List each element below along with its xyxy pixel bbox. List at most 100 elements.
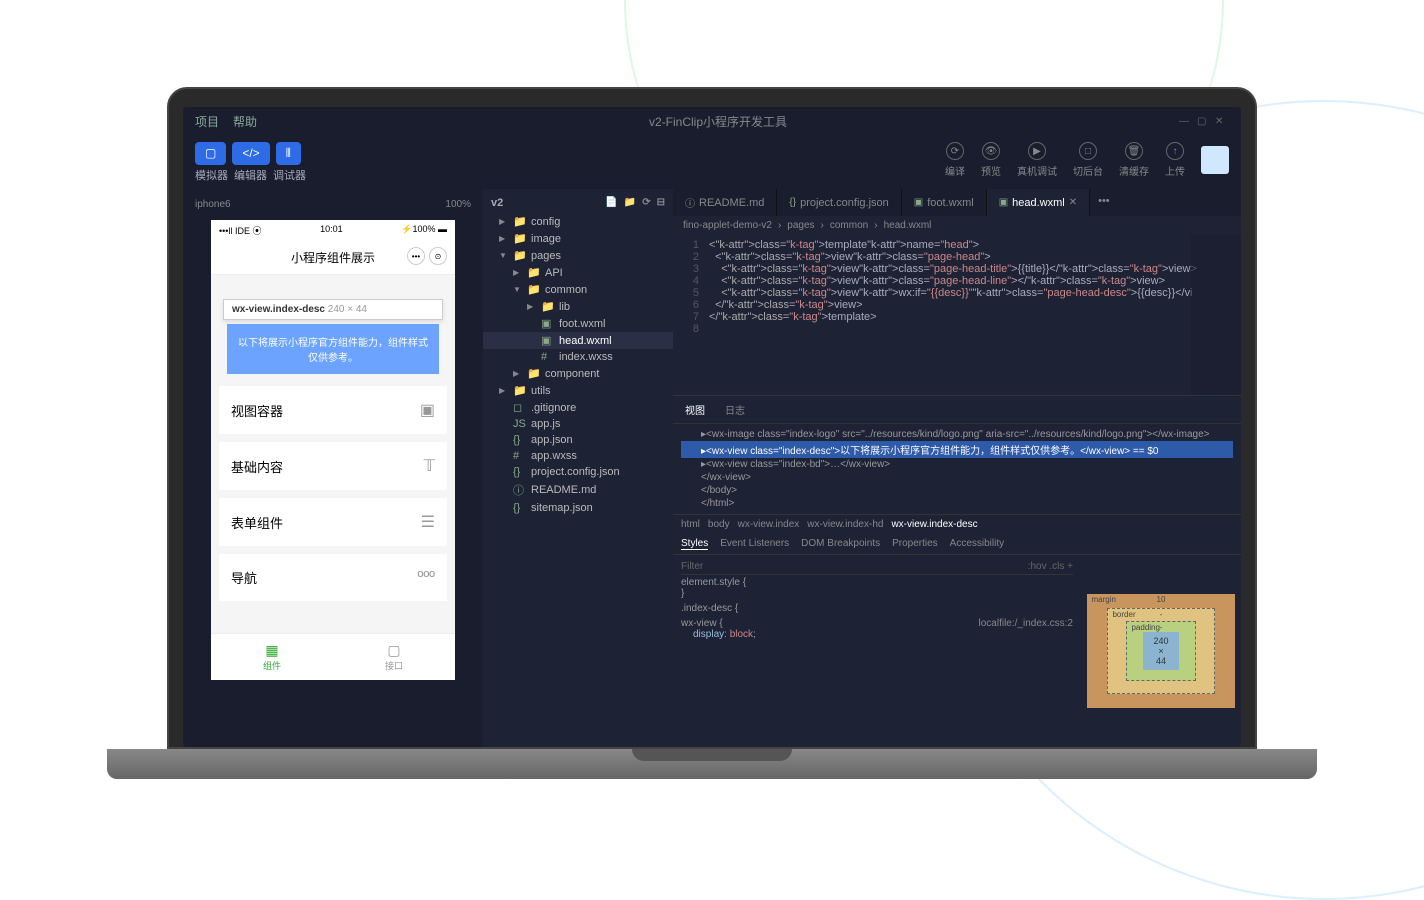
- compile-button[interactable]: ⟳编译: [945, 142, 965, 178]
- folder-lib[interactable]: ▶📁lib: [483, 298, 673, 315]
- folder-utils[interactable]: ▶📁utils: [483, 382, 673, 399]
- listeners-tab[interactable]: Event Listeners: [720, 538, 789, 550]
- close-icon[interactable]: ✕: [1215, 116, 1229, 128]
- folder-icon: 📁: [513, 232, 527, 245]
- styles-tab[interactable]: Styles: [681, 538, 708, 550]
- folder-image[interactable]: ▶📁image: [483, 230, 673, 247]
- styles-panel[interactable]: Filter :hov .cls + element.style {}.inde…: [673, 555, 1081, 747]
- wxml-icon: ▣: [914, 197, 923, 208]
- json-icon: {}: [789, 197, 796, 208]
- tab-projectconfig[interactable]: {}project.config.json: [777, 189, 901, 216]
- tab-api[interactable]: ▢接口: [333, 634, 455, 680]
- collapse-icon[interactable]: ⊟: [657, 197, 665, 209]
- list-item[interactable]: 导航ººº: [219, 554, 447, 601]
- file-head[interactable]: ▣head.wxml: [483, 332, 673, 349]
- folder-config[interactable]: ▶📁config: [483, 213, 673, 230]
- preview-button[interactable]: 👁预览: [981, 142, 1001, 178]
- new-file-icon[interactable]: 📄: [605, 197, 617, 209]
- folder-icon: 📁: [513, 249, 527, 262]
- file-sitemap[interactable]: {}sitemap.json: [483, 500, 673, 516]
- list-item[interactable]: 基础内容𝕋: [219, 442, 447, 490]
- wxss-icon: #: [541, 351, 555, 363]
- wxml-icon: ▣: [541, 317, 555, 330]
- elements-panel[interactable]: ▸<wx-image class="index-logo" src="../re…: [673, 424, 1241, 514]
- phone-time: 10:01: [320, 224, 343, 237]
- file-foot[interactable]: ▣foot.wxml: [483, 315, 673, 332]
- list-item[interactable]: 表单组件☰: [219, 498, 447, 546]
- maximize-icon[interactable]: ▢: [1197, 116, 1211, 128]
- folder-pages[interactable]: ▼📁pages: [483, 247, 673, 264]
- menu-project[interactable]: 项目: [195, 113, 219, 130]
- tab-head[interactable]: ▣head.wxml✕: [987, 189, 1090, 216]
- folder-icon: 📁: [527, 367, 541, 380]
- avatar[interactable]: [1201, 146, 1229, 174]
- new-folder-icon[interactable]: 📁: [624, 197, 636, 209]
- tab-foot[interactable]: ▣foot.wxml: [902, 189, 987, 216]
- inspect-tooltip: wx-view.index-desc 240 × 44: [223, 299, 443, 320]
- upload-button[interactable]: ↑上传: [1165, 142, 1185, 178]
- mode-simulator-button[interactable]: ▢: [195, 142, 226, 165]
- tab-more-icon[interactable]: •••: [1090, 189, 1118, 216]
- properties-tab[interactable]: Properties: [892, 538, 938, 550]
- background-button[interactable]: □切后台: [1073, 142, 1103, 178]
- clear-cache-button[interactable]: 🗑清缓存: [1119, 142, 1149, 178]
- file-readme[interactable]: ⓘREADME.md: [483, 480, 673, 500]
- wxss-icon: #: [513, 450, 527, 462]
- form-icon: ☰: [421, 512, 435, 532]
- box-content: 240 × 44: [1143, 632, 1178, 670]
- remote-debug-button[interactable]: ▶真机调试: [1017, 142, 1057, 178]
- folder-common[interactable]: ▼📁common: [483, 281, 673, 298]
- list-item[interactable]: 视图容器▣: [219, 386, 447, 434]
- nav-icon: ººº: [417, 569, 435, 587]
- json-icon: {}: [513, 466, 527, 478]
- file-appjs[interactable]: JSapp.js: [483, 416, 673, 432]
- signal-label: •••ll IDE ⦿: [219, 224, 261, 237]
- breadcrumb: fino-applet-demo-v2›pages›common›head.wx…: [673, 216, 1241, 235]
- breakpoints-tab[interactable]: DOM Breakpoints: [801, 538, 880, 550]
- text-icon: 𝕋: [424, 456, 435, 476]
- devtools: 视图 日志 ▸<wx-image class="index-logo" src=…: [673, 395, 1241, 747]
- crumb-item[interactable]: wx-view.index-hd: [807, 519, 883, 530]
- mode-editor-label: 编辑器: [234, 167, 267, 183]
- md-icon: ⓘ: [685, 195, 695, 210]
- close-tab-icon[interactable]: ✕: [1069, 197, 1077, 208]
- tab-readme[interactable]: ⓘREADME.md: [673, 189, 777, 216]
- wxml-icon: ▣: [999, 197, 1008, 208]
- toolbar: ▢ </> ⫴ 模拟器 编辑器 调试器 ⟳编译 👁预览 ▶真机调试 □切后台 🗑…: [183, 136, 1241, 189]
- folder-icon: 📁: [513, 384, 527, 397]
- filter-input[interactable]: Filter: [681, 561, 703, 572]
- more-icon[interactable]: •••: [407, 247, 425, 265]
- menu-help[interactable]: 帮助: [233, 113, 257, 130]
- close-app-icon[interactable]: ⊙: [429, 247, 447, 265]
- js-icon: JS: [513, 418, 527, 430]
- filter-controls[interactable]: :hov .cls +: [1028, 561, 1073, 572]
- crumb-item[interactable]: html: [681, 519, 700, 530]
- minimap[interactable]: [1191, 235, 1241, 395]
- folder-api[interactable]: ▶📁API: [483, 264, 673, 281]
- tab-component[interactable]: ▦组件: [211, 634, 333, 680]
- refresh-icon[interactable]: ⟳: [642, 197, 650, 209]
- crumb-item[interactable]: body: [708, 519, 730, 530]
- file-appjson[interactable]: {}app.json: [483, 432, 673, 448]
- file-projectconfig[interactable]: {}project.config.json: [483, 464, 673, 480]
- laptop-frame: 项目 帮助 v2-FinClip小程序开发工具 — ▢ ✕ ▢ </> ⫴ 模拟…: [167, 87, 1257, 779]
- file-appwxss[interactable]: #app.wxss: [483, 448, 673, 464]
- file-gitignore[interactable]: ◻.gitignore: [483, 399, 673, 416]
- window-title: v2-FinClip小程序开发工具: [271, 113, 1165, 130]
- code-editor[interactable]: 1<"k-attr">class="k-tag">template "k-att…: [673, 235, 1241, 395]
- folder-component[interactable]: ▶📁component: [483, 365, 673, 382]
- minimize-icon[interactable]: —: [1179, 116, 1193, 128]
- phone-simulator: •••ll IDE ⦿ 10:01 ⚡100% ▬ 小程序组件展示 ••• ⊙ …: [211, 220, 455, 680]
- json-icon: {}: [513, 502, 527, 514]
- log-tab[interactable]: 日志: [721, 400, 749, 419]
- mode-debugger-button[interactable]: ⫴: [276, 142, 301, 165]
- mode-editor-button[interactable]: </>: [232, 142, 269, 165]
- crumb-item[interactable]: wx-view.index: [738, 519, 800, 530]
- menubar: 项目 帮助 v2-FinClip小程序开发工具 — ▢ ✕: [183, 107, 1241, 136]
- view-tab[interactable]: 视图: [681, 400, 709, 419]
- folder-icon: 📁: [527, 266, 541, 279]
- file-indexwxss[interactable]: #index.wxss: [483, 349, 673, 365]
- crumb-item[interactable]: wx-view.index-desc: [891, 519, 977, 530]
- accessibility-tab[interactable]: Accessibility: [950, 538, 1004, 550]
- mode-simulator-label: 模拟器: [195, 167, 228, 183]
